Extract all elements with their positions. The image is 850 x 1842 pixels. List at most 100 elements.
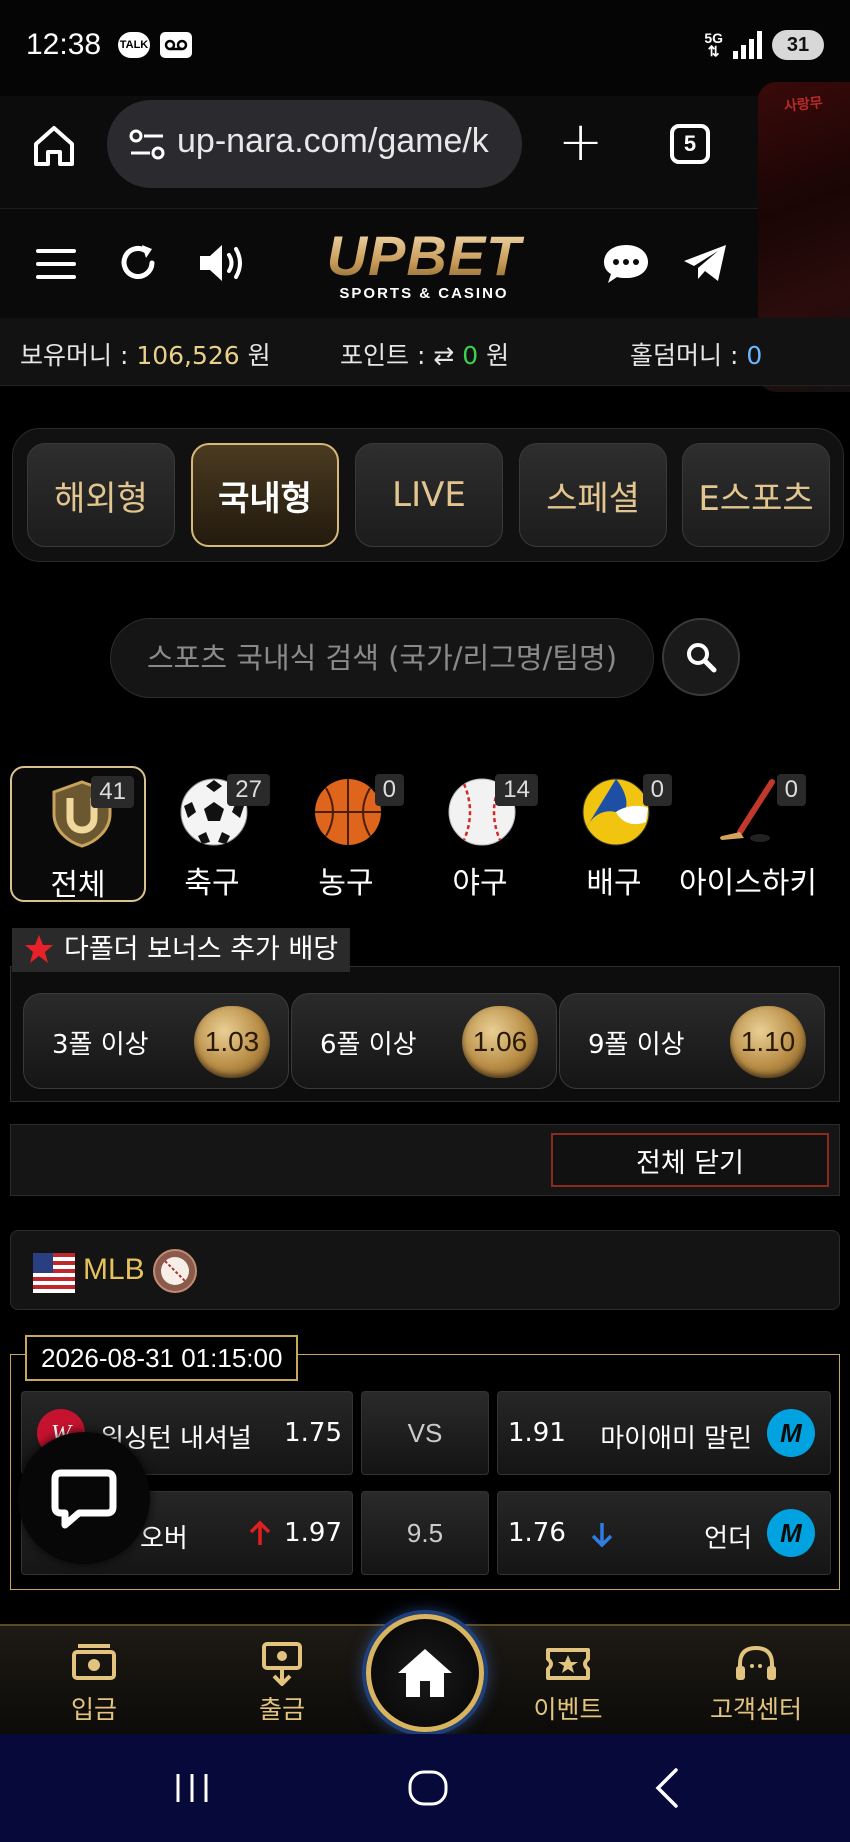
live-chat-button[interactable]: [18, 1432, 150, 1564]
arrow-up-icon: [249, 1520, 271, 1545]
match-datetime: 2026-08-31 01:15:00: [25, 1335, 299, 1381]
nav-label: 입금: [70, 1695, 117, 1724]
sport-count: 0: [776, 774, 806, 806]
menu-icon[interactable]: [36, 249, 76, 279]
chat-bubble-icon: [51, 1469, 117, 1529]
hockey-stick-icon: [720, 779, 775, 842]
tab-special[interactable]: 스페셜: [519, 443, 667, 547]
site-header: UPBET SPORTS & CASINO: [0, 208, 758, 318]
signal-icon: [733, 31, 762, 59]
over-label: 오버: [140, 1524, 188, 1554]
bonus-label: 3폴 이상: [52, 1030, 149, 1060]
search-button[interactable]: [662, 618, 740, 696]
vs-label: VS: [361, 1391, 489, 1475]
network-5g-icon: 5G ⇅: [704, 30, 723, 59]
sport-ice-hockey[interactable]: 0 아이스하키: [679, 766, 817, 902]
site-settings-icon[interactable]: [129, 128, 165, 162]
holding-money: 보유머니 : 106,526 원: [20, 341, 271, 370]
browser-home-icon[interactable]: [30, 122, 78, 170]
multi-folder-bonus: 3폴 이상 1.03 6폴 이상 1.06 9폴 이상 1.10: [10, 966, 840, 1102]
sound-icon[interactable]: [196, 239, 252, 287]
recent-apps-icon[interactable]: [168, 1764, 216, 1812]
arrow-down-icon: [591, 1523, 613, 1548]
under-odds-button[interactable]: 1.76 언더 M: [497, 1491, 831, 1575]
bonus-label: 9폴 이상: [588, 1030, 685, 1060]
star-icon: [25, 935, 53, 963]
nav-label: 이벤트: [533, 1695, 603, 1724]
nav-label: 고객센터: [709, 1695, 802, 1724]
back-icon[interactable]: [644, 1764, 692, 1812]
close-all-button[interactable]: 전체 닫기: [551, 1133, 829, 1187]
home-icon: [398, 1649, 452, 1697]
search-icon: [687, 643, 717, 673]
sport-count: 14: [495, 774, 538, 806]
nav-deposit[interactable]: 입금: [24, 1642, 164, 1726]
sport-count: 0: [642, 774, 672, 806]
point-balance: 포인트 : ⇄ 0 원: [340, 341, 510, 370]
bonus-option-9-folder[interactable]: 9폴 이상 1.10: [559, 993, 825, 1089]
bonus-option-3-folder[interactable]: 3폴 이상 1.03: [23, 993, 289, 1089]
us-flag-icon: [33, 1253, 75, 1293]
league-name: MLB: [83, 1253, 145, 1286]
tab-overseas[interactable]: 해외형: [27, 443, 175, 547]
tab-esports[interactable]: E스포츠: [682, 443, 830, 547]
browser-toolbar: up-nara.com/game/k + 5: [0, 96, 850, 208]
betting-type-tabs: 해외형 국내형 LIVE 스페셜 E스포츠: [12, 428, 844, 562]
marlins-logo-icon: M: [767, 1509, 815, 1557]
bonus-odds-coin: 1.06: [462, 1006, 538, 1078]
basketball-icon: [315, 779, 381, 845]
bonus-title: 다폴더 보너스 추가 배당: [12, 928, 351, 972]
bonus-odds-coin: 1.03: [194, 1006, 270, 1078]
nav-event[interactable]: 이벤트: [498, 1642, 638, 1726]
bonus-label: 6폴 이상: [320, 1030, 417, 1060]
swap-icon[interactable]: ⇄: [433, 341, 454, 370]
search-box: [110, 618, 654, 698]
logo-sub-text: SPORTS & CASINO: [339, 285, 509, 302]
tab-switcher-button[interactable]: 5: [670, 124, 710, 164]
ad-thumbnail-text: 사랑무: [783, 95, 824, 115]
tab-domestic[interactable]: 국내형: [191, 443, 339, 547]
sport-label: 아이스하키: [679, 866, 817, 901]
status-bar: 12:38 TALK 5G ⇅ 31: [0, 0, 850, 96]
under-label: 언더: [704, 1524, 752, 1554]
league-header[interactable]: MLB: [10, 1230, 840, 1310]
talk-notification-icon: TALK: [118, 32, 150, 58]
home-odds: 1.75: [284, 1418, 342, 1448]
android-navigation-bar: [0, 1734, 850, 1842]
under-odds: 1.76: [508, 1518, 566, 1548]
total-line: 9.5: [361, 1491, 489, 1575]
svg-text:M: M: [780, 1518, 803, 1548]
nav-customer-center[interactable]: 고객센터: [686, 1642, 826, 1726]
address-bar[interactable]: up-nara.com/game/k: [107, 100, 522, 188]
sport-count: 41: [91, 776, 134, 808]
bonus-option-6-folder[interactable]: 6폴 이상 1.06: [291, 993, 557, 1089]
search-input[interactable]: [111, 619, 653, 697]
status-time: 12:38: [26, 28, 102, 61]
logo-main-text: UPBET: [300, 227, 548, 285]
withdraw-icon: [262, 1642, 302, 1686]
headset-icon: [736, 1645, 776, 1680]
tab-live[interactable]: LIVE: [355, 443, 503, 547]
chat-icon[interactable]: [600, 239, 652, 287]
close-all-bar: 전체 닫기: [10, 1124, 840, 1196]
marlins-logo-icon: M: [767, 1409, 815, 1457]
sport-count: 0: [374, 774, 404, 806]
away-team-name: 마이애미 말린: [600, 1424, 752, 1454]
away-odds: 1.91: [508, 1418, 566, 1448]
nav-withdraw[interactable]: 출금: [212, 1642, 352, 1726]
balance-bar: 보유머니 : 106,526 원 포인트 : ⇄ 0 원 홀덤머니 : 0: [0, 318, 850, 386]
upbet-logo[interactable]: UPBET SPORTS & CASINO: [300, 227, 548, 303]
away-win-odds-button[interactable]: 1.91 마이애미 말린 M: [497, 1391, 831, 1475]
url-text: up-nara.com/game/k: [177, 122, 489, 160]
new-tab-button[interactable]: +: [558, 112, 603, 172]
over-odds: 1.97: [284, 1518, 342, 1548]
event-ticket-icon: [546, 1648, 590, 1680]
deposit-icon: [72, 1644, 116, 1680]
refresh-icon[interactable]: [114, 239, 162, 287]
telegram-icon[interactable]: [680, 239, 730, 287]
home-button[interactable]: [366, 1614, 484, 1732]
sports-filter: 41 전체 27 축구 0 농구 14 야구 0 배구 0 아이스하키: [10, 766, 842, 903]
bonus-odds-coin: 1.10: [730, 1006, 806, 1078]
android-home-icon[interactable]: [404, 1764, 452, 1812]
battery-indicator: 31: [772, 30, 824, 60]
